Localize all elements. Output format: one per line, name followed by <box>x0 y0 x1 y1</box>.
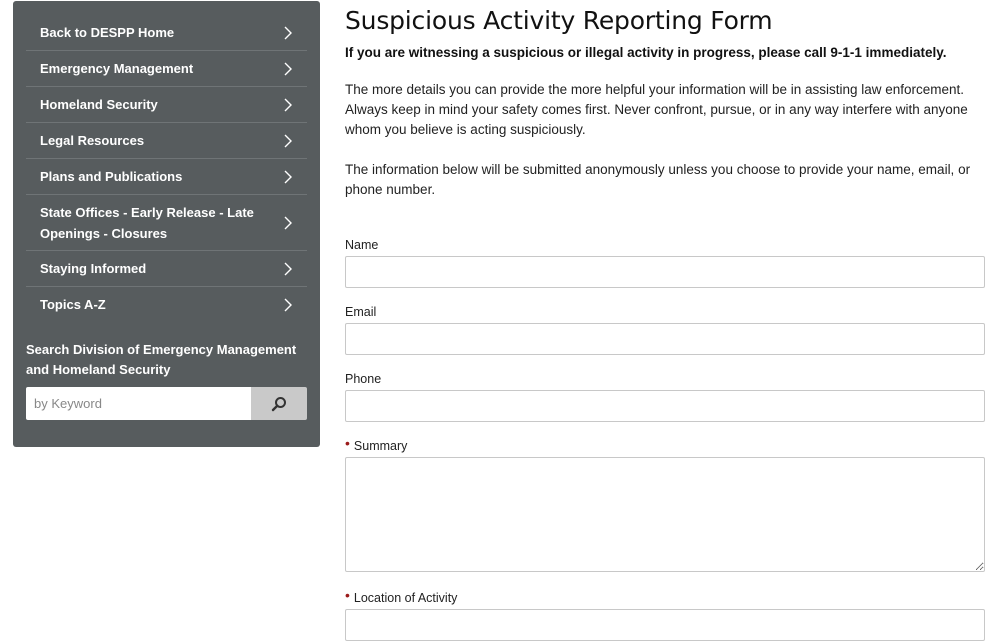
sidebar-item-back-to-despp-home[interactable]: Back to DESPP Home <box>26 15 307 51</box>
sidebar-item-label: Back to DESPP Home <box>40 25 175 40</box>
suspicious-activity-form: Name Email Phone • Summary • Location of A… <box>345 238 985 641</box>
intro-paragraph: The more details you can provide the mor… <box>345 82 968 137</box>
search-icon <box>271 396 286 411</box>
name-label: Name <box>345 238 379 252</box>
phone-input[interactable] <box>345 390 985 422</box>
location-input[interactable] <box>345 609 985 641</box>
sidebar-nav: Back to DESPP Home Emergency Management … <box>26 15 307 322</box>
location-label-wrap: • Location of Activity <box>345 587 985 605</box>
name-input[interactable] <box>345 256 985 288</box>
sidebar: Back to DESPP Home Emergency Management … <box>13 1 320 447</box>
sidebar-item-state-offices[interactable]: State Offices - Early Release - Late Ope… <box>26 195 307 251</box>
main-content: Suspicious Activity Reporting Form If yo… <box>345 0 985 641</box>
sidebar-search-title: Search Division of Emergency Management … <box>26 342 297 377</box>
summary-textarea[interactable] <box>345 457 985 572</box>
email-label: Email <box>345 305 377 319</box>
chevron-right-icon <box>284 134 292 147</box>
location-label: Location of Activity <box>353 591 458 605</box>
chevron-right-icon <box>284 98 292 111</box>
sidebar-item-homeland-security[interactable]: Homeland Security <box>26 87 307 123</box>
chevron-right-icon <box>284 262 292 275</box>
chevron-right-icon <box>284 216 292 229</box>
chevron-right-icon <box>284 62 292 75</box>
email-field-group: Email <box>345 305 985 355</box>
location-field-group: • Location of Activity <box>345 587 985 641</box>
sidebar-item-label: Emergency Management <box>40 61 194 76</box>
chevron-right-icon <box>284 170 292 183</box>
summary-label: Summary <box>353 439 408 453</box>
sidebar-item-label: Topics A-Z <box>40 297 106 312</box>
phone-label: Phone <box>345 372 382 386</box>
sidebar-item-emergency-management[interactable]: Emergency Management <box>26 51 307 87</box>
summary-field-group: • Summary <box>345 435 985 572</box>
sidebar-item-label: Homeland Security <box>40 97 158 112</box>
sidebar-item-label: Staying Informed <box>40 261 147 276</box>
sidebar-item-label: Legal Resources <box>40 133 145 148</box>
phone-field-group: Phone <box>345 372 985 422</box>
keyword-search-input[interactable] <box>26 387 251 420</box>
chevron-right-icon <box>284 298 292 311</box>
emergency-warning: If you are witnessing a suspicious or il… <box>345 45 947 60</box>
sidebar-item-label: Plans and Publications <box>40 169 183 184</box>
required-marker: • <box>345 587 350 603</box>
sidebar-item-legal-resources[interactable]: Legal Resources <box>26 123 307 159</box>
page-title: Suspicious Activity Reporting Form <box>345 6 773 35</box>
sidebar-item-topics-a-z[interactable]: Topics A-Z <box>26 287 307 322</box>
sidebar-search <box>26 387 307 420</box>
required-marker: • <box>345 435 350 451</box>
sidebar-item-plans-and-publications[interactable]: Plans and Publications <box>26 159 307 195</box>
chevron-right-icon <box>284 26 292 39</box>
sidebar-item-staying-informed[interactable]: Staying Informed <box>26 251 307 287</box>
search-button[interactable] <box>251 387 307 420</box>
name-field-group: Name <box>345 238 985 288</box>
anonymity-paragraph: The information below will be submitted … <box>345 162 971 197</box>
email-input[interactable] <box>345 323 985 355</box>
summary-label-wrap: • Summary <box>345 435 985 453</box>
sidebar-item-label: State Offices - Early Release - Late Ope… <box>40 204 254 241</box>
